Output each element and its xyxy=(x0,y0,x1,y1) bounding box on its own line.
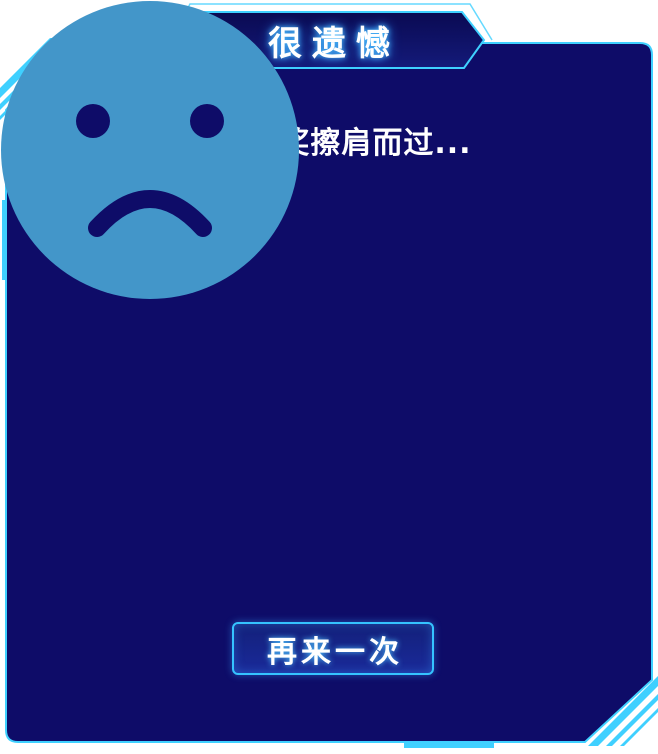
bottom-edge-accent xyxy=(404,742,494,748)
retry-button[interactable]: 再来一次 xyxy=(232,622,434,675)
sad-face-icon xyxy=(1,1,299,299)
result-dialog: 很遗憾 您与大奖擦肩而过... 再来一次 xyxy=(0,0,658,754)
